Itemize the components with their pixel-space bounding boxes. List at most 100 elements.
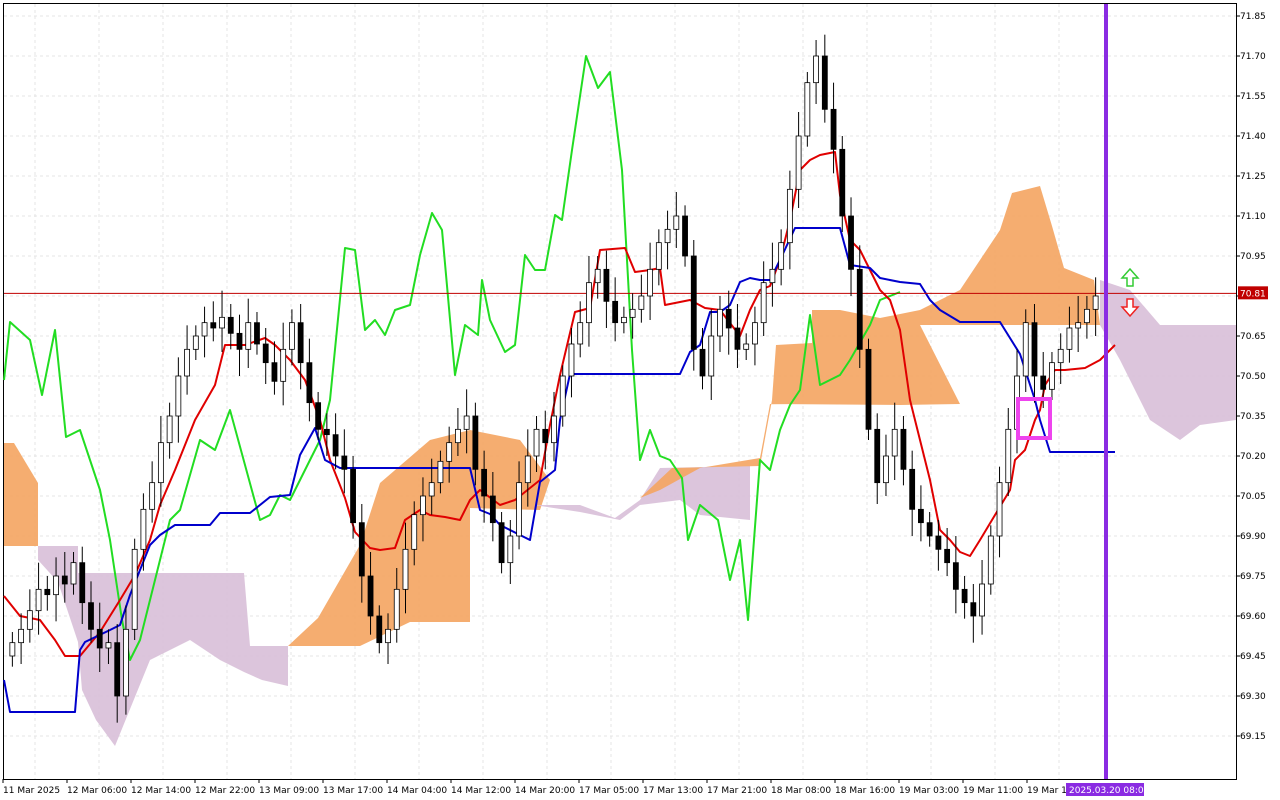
candle-bull bbox=[524, 455, 531, 484]
candle-bull bbox=[629, 308, 636, 318]
candle-bear bbox=[830, 108, 837, 150]
candle-bear bbox=[323, 428, 330, 436]
candle-bull bbox=[786, 188, 793, 244]
candle-bull bbox=[647, 268, 653, 297]
candle-bull bbox=[577, 322, 584, 345]
candle-bull bbox=[140, 508, 147, 550]
time-highlight-text: 2025.03.20 08:00 bbox=[1069, 786, 1150, 796]
price-tick-label: 70.65 bbox=[1240, 332, 1266, 342]
candle-bear bbox=[682, 215, 688, 257]
candle-bear bbox=[481, 468, 488, 497]
price-tick-label: 69.15 bbox=[1240, 732, 1266, 742]
chart-background bbox=[0, 0, 1280, 800]
candle-bull bbox=[393, 588, 400, 630]
price-tick-label: 69.60 bbox=[1240, 612, 1266, 622]
time-tick-label: 17 Mar 05:00 bbox=[579, 786, 639, 796]
candle-bull bbox=[149, 482, 156, 510]
candle-bull bbox=[516, 482, 522, 537]
price-tick-label: 70.05 bbox=[1240, 492, 1266, 502]
candle-bull bbox=[638, 295, 645, 310]
candle-bear bbox=[874, 428, 881, 484]
time-tick-label: 13 Mar 17:00 bbox=[323, 786, 383, 796]
price-chart[interactable]: 71.8571.7071.5571.4071.2571.1070.9570.80… bbox=[0, 0, 1280, 800]
candle-bull bbox=[551, 415, 557, 444]
candle-bear bbox=[376, 615, 383, 644]
candle-bull bbox=[507, 535, 514, 564]
time-tick-label: 18 Mar 16:00 bbox=[835, 786, 895, 796]
candle-bear bbox=[1040, 375, 1047, 390]
current-price-label: 70.81 bbox=[1238, 286, 1268, 300]
time-tick-label: 17 Mar 13:00 bbox=[643, 786, 703, 796]
candle-bear bbox=[690, 255, 697, 350]
candle-bear bbox=[306, 362, 313, 404]
candle-bull bbox=[1092, 295, 1099, 310]
time-tick-label: 17 Mar 21:00 bbox=[707, 786, 767, 796]
candle-bear bbox=[961, 588, 968, 604]
candle-bear bbox=[315, 402, 322, 430]
candle-bull bbox=[463, 415, 470, 430]
time-tick-label: 13 Mar 09:00 bbox=[259, 786, 319, 796]
candle-bear bbox=[254, 322, 260, 345]
time-tick-label: 12 Mar 06:00 bbox=[67, 786, 127, 796]
price-tick-label: 71.55 bbox=[1240, 92, 1266, 102]
candle-bull bbox=[35, 588, 42, 612]
candle-bull bbox=[804, 82, 811, 137]
candle-bear bbox=[472, 415, 479, 470]
candle-bear bbox=[935, 535, 942, 550]
price-tick-label: 70.20 bbox=[1240, 452, 1266, 462]
candle-bull bbox=[70, 562, 77, 585]
candle-bear bbox=[61, 575, 68, 585]
candle-bull bbox=[245, 322, 252, 350]
candle-bull bbox=[9, 642, 16, 657]
price-tick-label: 69.75 bbox=[1240, 572, 1266, 582]
price-tick-label: 70.35 bbox=[1240, 412, 1266, 422]
time-highlight-label: 2025.03.20 08:00 bbox=[1066, 783, 1150, 796]
candle-bull bbox=[708, 335, 715, 377]
candle-bull bbox=[184, 348, 190, 377]
price-tick-label: 69.30 bbox=[1240, 692, 1266, 702]
time-tick-label: 11 Mar 2025 bbox=[3, 786, 60, 796]
time-tick-label: 19 Mar 11:00 bbox=[963, 786, 1023, 796]
candle-bear bbox=[498, 522, 505, 564]
candle-bull bbox=[131, 548, 138, 630]
candle-bear bbox=[603, 268, 610, 302]
candle-bull bbox=[385, 628, 391, 644]
candle-bear bbox=[612, 300, 619, 324]
candle-bear bbox=[114, 642, 121, 697]
time-tick-label: 19 Mar 03:00 bbox=[899, 786, 959, 796]
candle-bull bbox=[105, 642, 112, 649]
candle-bull bbox=[26, 610, 33, 630]
candle-bull bbox=[420, 495, 426, 516]
price-tick-label: 70.50 bbox=[1240, 372, 1266, 382]
price-tick-label: 71.85 bbox=[1240, 12, 1266, 22]
candle-bull bbox=[1075, 322, 1082, 329]
candle-bear bbox=[918, 508, 924, 524]
candle-bear bbox=[358, 522, 365, 577]
candle-bull bbox=[402, 548, 409, 590]
time-tick-label: 18 Mar 08:00 bbox=[771, 786, 831, 796]
candle-bear bbox=[926, 522, 933, 537]
candle-bull bbox=[53, 575, 59, 596]
price-tick-label: 71.70 bbox=[1240, 52, 1266, 62]
candle-bear bbox=[489, 495, 496, 524]
price-tick-label: 71.25 bbox=[1240, 172, 1266, 182]
candle-bull bbox=[18, 628, 25, 644]
candle-bear bbox=[542, 428, 549, 444]
candle-bear bbox=[865, 348, 872, 430]
candle-bull bbox=[778, 242, 785, 270]
candle-bull bbox=[1057, 348, 1064, 364]
candle-bear bbox=[210, 322, 217, 329]
candle-bear bbox=[970, 602, 977, 617]
candle-bear bbox=[367, 575, 374, 617]
candle-bull bbox=[428, 482, 435, 497]
price-tick-label: 71.40 bbox=[1240, 132, 1266, 142]
candle-bear bbox=[341, 455, 348, 470]
candle-bear bbox=[725, 308, 732, 329]
price-tick-label: 69.90 bbox=[1240, 532, 1266, 542]
candle-bull bbox=[446, 442, 453, 462]
candle-bull bbox=[979, 583, 985, 617]
time-tick-label: 14 Mar 12:00 bbox=[451, 786, 511, 796]
candle-bull bbox=[437, 460, 444, 484]
candle-bull bbox=[795, 135, 802, 190]
candle-bull bbox=[620, 316, 627, 324]
